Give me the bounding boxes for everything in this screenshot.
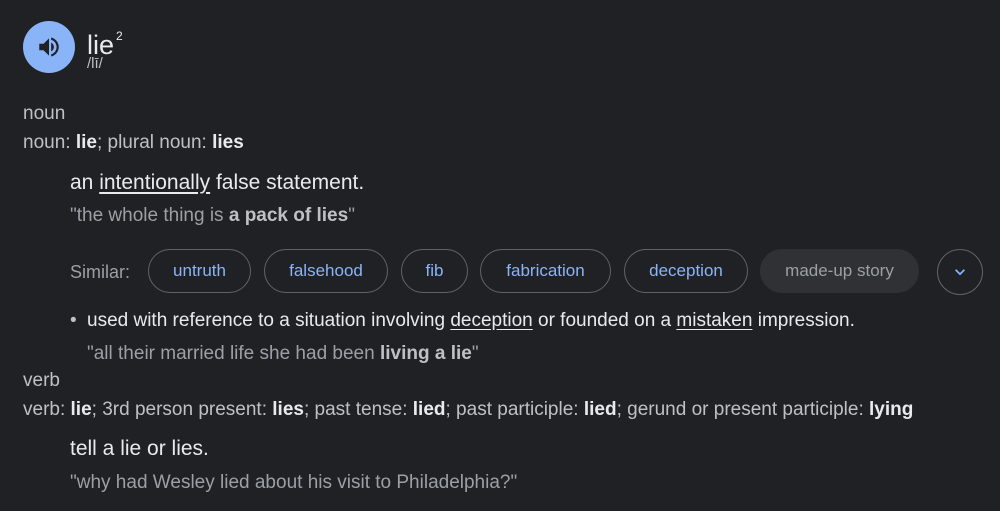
noun-forms: noun: lie; plural noun: lies <box>23 132 244 154</box>
definition-link-deception[interactable]: deception <box>450 310 532 331</box>
similar-chip-deception[interactable]: deception <box>624 249 748 293</box>
similar-chip-falsehood[interactable]: falsehood <box>264 249 388 293</box>
sub-sense-text: impression. <box>752 310 855 331</box>
similar-chip-made-up-story[interactable]: made-up story <box>760 249 919 293</box>
forms-word: lies <box>272 399 304 420</box>
noun-definition: an intentionally false statement. <box>70 171 364 195</box>
forms-label: ; gerund or present participle: <box>616 399 869 420</box>
forms-word: lied <box>583 399 617 420</box>
noun-sub-sense: • used with reference to a situation invo… <box>70 310 855 332</box>
bullet: • <box>70 310 77 331</box>
definition-link-mistaken[interactable]: mistaken <box>676 310 752 331</box>
forms-label: ; past tense: <box>303 399 413 420</box>
forms-label: verb: <box>23 399 71 420</box>
example-text: "the whole thing is <box>70 205 229 226</box>
forms-label: noun: <box>23 132 76 153</box>
similar-label: Similar: <box>70 262 131 282</box>
example-bold: a pack of lies <box>228 205 349 226</box>
forms-word: lie <box>75 132 97 153</box>
forms-word: lying <box>869 399 914 420</box>
example-text: "all their married life she had been <box>87 343 380 364</box>
definition-text: an <box>70 171 100 194</box>
sub-sense-text: used with reference to a situation invol… <box>87 310 451 331</box>
forms-label: ; past participle: <box>445 399 584 420</box>
forms-label: ; 3rd person present: <box>91 399 273 420</box>
example-text: " <box>348 205 355 226</box>
expand-similar-button[interactable] <box>937 249 983 295</box>
homograph-number: 2 <box>116 29 123 43</box>
noun-sub-example: "all their married life she had been liv… <box>87 343 479 365</box>
speaker-icon <box>39 37 59 57</box>
verb-forms: verb: lie; 3rd person present: lies; pas… <box>23 399 913 421</box>
forms-word: lies <box>212 132 244 153</box>
chevron-down-icon <box>955 269 965 276</box>
verb-example: "why had Wesley lied about his visit to … <box>70 472 518 493</box>
pronunciation-audio-button[interactable] <box>23 21 75 73</box>
forms-word: lie <box>70 399 92 420</box>
example-bold: living a lie <box>379 343 472 364</box>
definition-text: false statement. <box>210 171 365 194</box>
similar-chip-fabrication[interactable]: fabrication <box>480 249 611 293</box>
part-of-speech-verb: verb <box>23 370 60 391</box>
verb-definition: tell a lie or lies. <box>70 437 209 460</box>
forms-word: lied <box>412 399 446 420</box>
noun-example: "the whole thing is a pack of lies" <box>70 205 355 227</box>
similar-chip-untruth[interactable]: untruth <box>148 249 251 293</box>
similar-chip-fib[interactable]: fib <box>401 249 468 293</box>
sub-sense-text: or founded on a <box>532 310 677 331</box>
definition-link-intentionally[interactable]: intentionally <box>99 171 210 194</box>
part-of-speech-noun: noun <box>23 103 66 124</box>
forms-label: ; plural noun: <box>96 132 213 153</box>
pronunciation: /lī/ <box>87 55 103 72</box>
example-text: " <box>471 343 479 364</box>
